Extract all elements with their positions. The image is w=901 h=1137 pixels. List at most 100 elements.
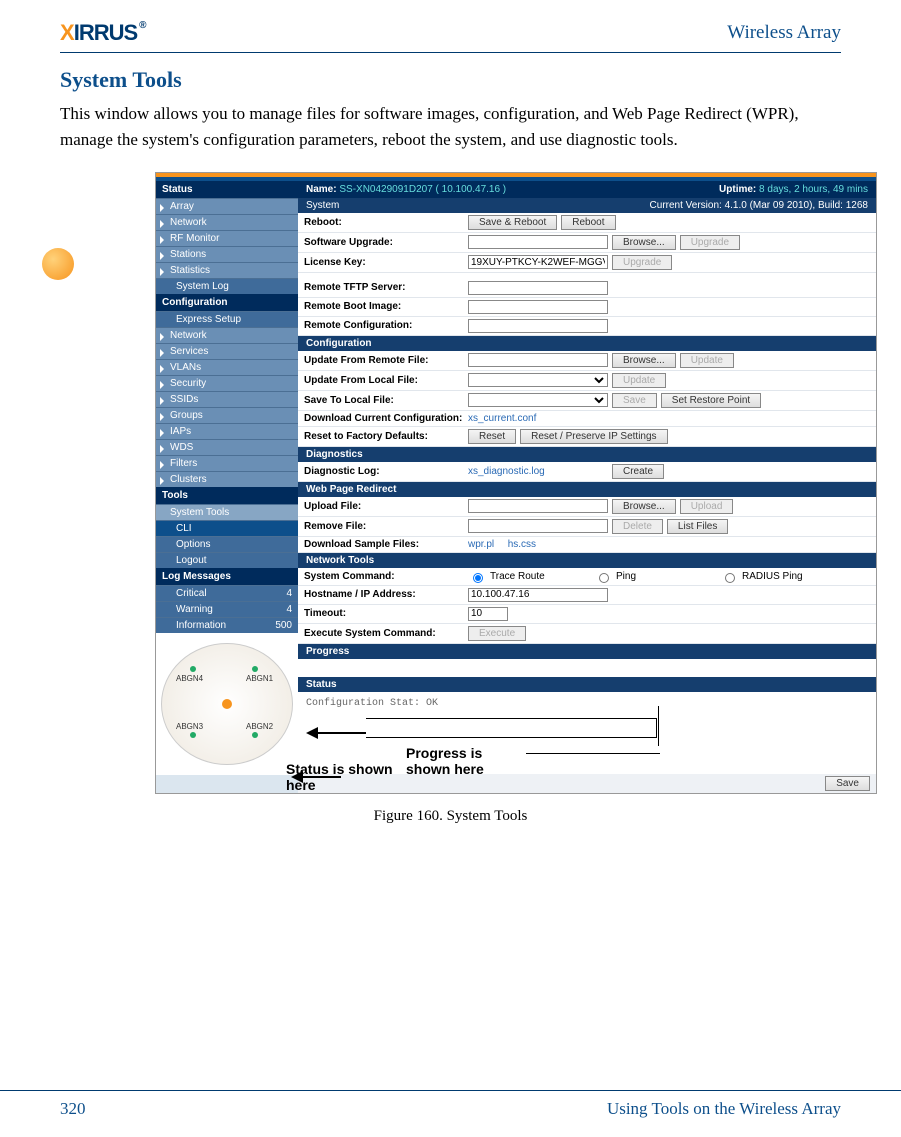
wpr-remove-label: Remove File: — [304, 521, 464, 532]
update-local-select[interactable] — [468, 373, 608, 387]
nav-head-logs: Log Messages — [156, 568, 298, 585]
nav-item-cfg-network[interactable]: Network — [156, 327, 298, 343]
browse-button[interactable]: Browse... — [612, 235, 676, 250]
version-text: Current Version: 4.1.0 (Mar 09 2010), Bu… — [650, 200, 868, 211]
nav-item-vlans[interactable]: VLANs — [156, 359, 298, 375]
chapter-title: Using Tools on the Wireless Array — [607, 1099, 841, 1119]
license-label: License Key: — [304, 257, 464, 268]
nav-item-groups[interactable]: Groups — [156, 407, 298, 423]
set-restore-point-button[interactable]: Set Restore Point — [661, 393, 761, 408]
wpr-upload-label: Upload File: — [304, 501, 464, 512]
nav-item-systemlog[interactable]: System Log — [156, 278, 298, 294]
host-input[interactable] — [468, 588, 608, 602]
nav-item-options[interactable]: Options — [156, 536, 298, 552]
update-remote-label: Update From Remote File: — [304, 355, 464, 366]
radio-ping[interactable] — [599, 573, 609, 583]
radio-ping-label: Ping — [616, 571, 716, 582]
bootimg-label: Remote Boot Image: — [304, 301, 464, 312]
timeout-label: Timeout: — [304, 608, 464, 619]
main-panel: Name: SS-XN0429091D207 ( 10.100.47.16 ) … — [298, 181, 876, 793]
syscmd-label: System Command: — [304, 571, 464, 582]
wpr-link-1[interactable]: wpr.pl — [468, 539, 494, 550]
nav-item-array[interactable]: Array — [156, 198, 298, 214]
nav-item-filters[interactable]: Filters — [156, 455, 298, 471]
page-number: 320 — [60, 1099, 86, 1119]
nav-item-logout[interactable]: Logout — [156, 552, 298, 568]
execute-button[interactable]: Execute — [468, 626, 526, 641]
doc-title: Wireless Array — [727, 22, 841, 44]
download-conf-link[interactable]: xs_current.conf — [468, 413, 536, 424]
wpr-upload-input[interactable] — [468, 499, 608, 513]
update-remote-browse[interactable]: Browse... — [612, 353, 676, 368]
net-head: Network Tools — [298, 553, 876, 568]
timeout-input[interactable] — [468, 607, 508, 621]
remconf-label: Remote Configuration: — [304, 320, 464, 331]
nav-item-statistics[interactable]: Statistics — [156, 262, 298, 278]
save-reboot-button[interactable]: Save & Reboot — [468, 215, 557, 230]
nav-item-services[interactable]: Services — [156, 343, 298, 359]
config-head: Configuration — [298, 336, 876, 351]
wpr-remove-input[interactable] — [468, 519, 608, 533]
section-heading: System Tools — [60, 67, 841, 93]
nav-item-expresssetup[interactable]: Express Setup — [156, 311, 298, 327]
diag-log-label: Diagnostic Log: — [304, 466, 464, 477]
iap-radar: ABGN4 ABGN1 ABGN3 ABGN2 — [161, 643, 293, 765]
nav-item-iaps[interactable]: IAPs — [156, 423, 298, 439]
reset-preserve-ip-button[interactable]: Reset / Preserve IP Settings — [520, 429, 667, 444]
upgrade-button[interactable]: Upgrade — [680, 235, 740, 250]
host-label: Hostname / IP Address: — [304, 589, 464, 600]
status-area: Configuration Stat: OK — [298, 692, 876, 774]
log-information[interactable]: Information500 — [156, 617, 298, 633]
save-button[interactable]: Save — [825, 776, 870, 791]
bootimg-input[interactable] — [468, 300, 608, 314]
tftp-label: Remote TFTP Server: — [304, 282, 464, 293]
diag-head: Diagnostics — [298, 447, 876, 462]
nav-item-rfmonitor[interactable]: RF Monitor — [156, 230, 298, 246]
nav-item-clusters[interactable]: Clusters — [156, 471, 298, 487]
nav-head-status: Status — [156, 181, 298, 198]
save-local-label: Save To Local File: — [304, 395, 464, 406]
nav-item-wds[interactable]: WDS — [156, 439, 298, 455]
wpr-link-2[interactable]: hs.css — [508, 539, 536, 550]
nav-item-cli[interactable]: CLI — [156, 520, 298, 536]
wpr-delete-button[interactable]: Delete — [612, 519, 663, 534]
wpr-listfiles-button[interactable]: List Files — [667, 519, 728, 534]
diag-log-link[interactable]: xs_diagnostic.log — [468, 466, 608, 477]
log-critical[interactable]: Critical4 — [156, 585, 298, 601]
update-remote-button[interactable]: Update — [680, 353, 734, 368]
diag-create-button[interactable]: Create — [612, 464, 664, 479]
license-input[interactable] — [468, 255, 608, 269]
nav-item-security[interactable]: Security — [156, 375, 298, 391]
nav-sidebar: Status Array Network RF Monitor Stations… — [156, 181, 298, 793]
reboot-button[interactable]: Reboot — [561, 215, 615, 230]
radio-traceroute[interactable] — [473, 573, 483, 583]
update-local-button[interactable]: Update — [612, 373, 666, 388]
nav-item-systemtools[interactable]: System Tools — [156, 504, 298, 520]
log-warning[interactable]: Warning4 — [156, 601, 298, 617]
figure-caption: Figure 160. System Tools — [60, 808, 841, 825]
reset-label: Reset to Factory Defaults: — [304, 431, 464, 442]
update-remote-input[interactable] — [468, 353, 608, 367]
radio-traceroute-label: Trace Route — [490, 571, 590, 582]
status-head: Status — [298, 677, 876, 692]
license-upgrade-button[interactable]: Upgrade — [612, 255, 672, 270]
wpr-browse-button[interactable]: Browse... — [612, 499, 676, 514]
logo: XIRRUS® — [60, 20, 144, 46]
sw-upgrade-input[interactable] — [468, 235, 608, 249]
screenshot-container: Status Array Network RF Monitor Stations… — [155, 172, 877, 794]
reset-button[interactable]: Reset — [468, 429, 516, 444]
radio-radiusping-label: RADIUS Ping — [742, 571, 803, 582]
nav-item-network[interactable]: Network — [156, 214, 298, 230]
download-conf-label: Download Current Configuration: — [304, 413, 464, 424]
radio-radiusping[interactable] — [725, 573, 735, 583]
save-local-button[interactable]: Save — [612, 393, 657, 408]
nav-item-ssids[interactable]: SSIDs — [156, 391, 298, 407]
tftp-input[interactable] — [468, 281, 608, 295]
nav-item-stations[interactable]: Stations — [156, 246, 298, 262]
status-text: Configuration Stat: OK — [306, 698, 438, 709]
remconf-input[interactable] — [468, 319, 608, 333]
wpr-upload-button[interactable]: Upload — [680, 499, 734, 514]
save-local-select[interactable] — [468, 393, 608, 407]
intro-text: This window allows you to manage files f… — [60, 101, 841, 154]
reboot-label: Reboot: — [304, 217, 464, 228]
